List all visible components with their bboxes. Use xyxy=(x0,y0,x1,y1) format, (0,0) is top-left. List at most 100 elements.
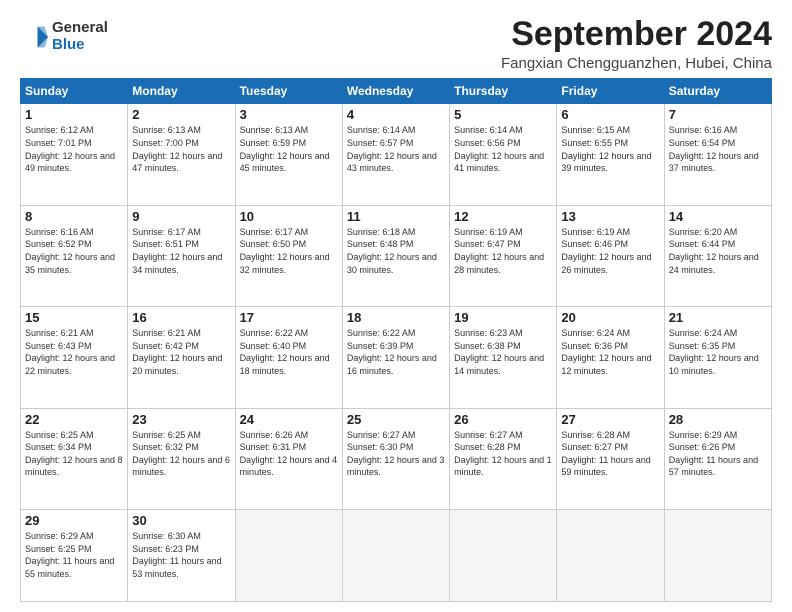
day-number: 7 xyxy=(669,107,767,122)
logo-icon xyxy=(20,23,48,51)
calendar-day-cell: 17 Sunrise: 6:22 AMSunset: 6:40 PMDayligh… xyxy=(235,307,342,408)
calendar-title: September 2024 xyxy=(501,16,772,53)
calendar-day-cell: 7 Sunrise: 6:16 AMSunset: 6:54 PMDaylight… xyxy=(664,104,771,205)
page: General Blue September 2024 Fangxian Che… xyxy=(0,0,792,612)
calendar-day-cell: 29 Sunrise: 6:29 AMSunset: 6:25 PMDayligh… xyxy=(21,510,128,602)
day-number: 9 xyxy=(132,209,230,224)
calendar-week-row: 1Sunrise: 6:12 AMSunset: 7:01 PMDaylight… xyxy=(21,104,772,205)
day-info: Sunrise: 6:29 AMSunset: 6:26 PMDaylight:… xyxy=(669,429,767,479)
calendar-day-cell: 13 Sunrise: 6:19 AMSunset: 6:46 PMDayligh… xyxy=(557,205,664,306)
calendar-day-cell: 6 Sunrise: 6:15 AMSunset: 6:55 PMDaylight… xyxy=(557,104,664,205)
day-number: 11 xyxy=(347,209,445,224)
calendar-day-cell: 11 Sunrise: 6:18 AMSunset: 6:48 PMDayligh… xyxy=(342,205,449,306)
day-number: 13 xyxy=(561,209,659,224)
day-info: Sunrise: 6:24 AMSunset: 6:35 PMDaylight:… xyxy=(669,327,767,377)
day-number: 5 xyxy=(454,107,552,122)
day-info: Sunrise: 6:22 AMSunset: 6:39 PMDaylight:… xyxy=(347,327,445,377)
day-number: 30 xyxy=(132,513,230,528)
calendar-day-cell xyxy=(342,510,449,602)
calendar-table: Sunday Monday Tuesday Wednesday Thursday… xyxy=(20,78,772,602)
day-number: 27 xyxy=(561,412,659,427)
day-info: Sunrise: 6:15 AMSunset: 6:55 PMDaylight:… xyxy=(561,124,659,174)
calendar-day-cell: 2 Sunrise: 6:13 AMSunset: 7:00 PMDaylight… xyxy=(128,104,235,205)
day-number: 16 xyxy=(132,310,230,325)
day-info: Sunrise: 6:13 AMSunset: 7:00 PMDaylight:… xyxy=(132,124,230,174)
logo-general-text: General xyxy=(52,20,108,37)
day-info: Sunrise: 6:28 AMSunset: 6:27 PMDaylight:… xyxy=(561,429,659,479)
calendar-day-cell: 1Sunrise: 6:12 AMSunset: 7:01 PMDaylight… xyxy=(21,104,128,205)
calendar-day-cell: 15 Sunrise: 6:21 AMSunset: 6:43 PMDayligh… xyxy=(21,307,128,408)
day-number: 22 xyxy=(25,412,123,427)
day-number: 29 xyxy=(25,513,123,528)
day-number: 10 xyxy=(240,209,338,224)
day-info: Sunrise: 6:22 AMSunset: 6:40 PMDaylight:… xyxy=(240,327,338,377)
col-wednesday: Wednesday xyxy=(342,79,449,104)
calendar-day-cell xyxy=(235,510,342,602)
header: General Blue September 2024 Fangxian Che… xyxy=(20,16,772,72)
day-info: Sunrise: 6:27 AMSunset: 6:30 PMDaylight:… xyxy=(347,429,445,479)
calendar-day-cell: 24Sunrise: 6:26 AMSunset: 6:31 PMDayligh… xyxy=(235,408,342,509)
day-info: Sunrise: 6:18 AMSunset: 6:48 PMDaylight:… xyxy=(347,226,445,276)
day-number: 12 xyxy=(454,209,552,224)
day-info: Sunrise: 6:19 AMSunset: 6:47 PMDaylight:… xyxy=(454,226,552,276)
day-number: 6 xyxy=(561,107,659,122)
col-friday: Friday xyxy=(557,79,664,104)
day-number: 24 xyxy=(240,412,338,427)
day-info: Sunrise: 6:23 AMSunset: 6:38 PMDaylight:… xyxy=(454,327,552,377)
calendar-day-cell: 28 Sunrise: 6:29 AMSunset: 6:26 PMDayligh… xyxy=(664,408,771,509)
calendar-week-row: 22Sunrise: 6:25 AMSunset: 6:34 PMDayligh… xyxy=(21,408,772,509)
col-sunday: Sunday xyxy=(21,79,128,104)
calendar-week-row: 15 Sunrise: 6:21 AMSunset: 6:43 PMDayligh… xyxy=(21,307,772,408)
day-info: Sunrise: 6:14 AMSunset: 6:57 PMDaylight:… xyxy=(347,124,445,174)
day-number: 14 xyxy=(669,209,767,224)
logo-text: General Blue xyxy=(52,20,108,53)
calendar-day-cell: 26Sunrise: 6:27 AMSunset: 6:28 PMDayligh… xyxy=(450,408,557,509)
day-number: 18 xyxy=(347,310,445,325)
day-info: Sunrise: 6:29 AMSunset: 6:25 PMDaylight:… xyxy=(25,530,123,580)
calendar-location: Fangxian Chengguanzhen, Hubei, China xyxy=(501,55,772,72)
calendar-day-cell: 20Sunrise: 6:24 AMSunset: 6:36 PMDayligh… xyxy=(557,307,664,408)
calendar-day-cell: 25Sunrise: 6:27 AMSunset: 6:30 PMDayligh… xyxy=(342,408,449,509)
day-info: Sunrise: 6:21 AMSunset: 6:42 PMDaylight:… xyxy=(132,327,230,377)
day-info: Sunrise: 6:16 AMSunset: 6:54 PMDaylight:… xyxy=(669,124,767,174)
calendar-day-cell: 19 Sunrise: 6:23 AMSunset: 6:38 PMDayligh… xyxy=(450,307,557,408)
calendar-day-cell xyxy=(557,510,664,602)
calendar-week-row: 8Sunrise: 6:16 AMSunset: 6:52 PMDaylight… xyxy=(21,205,772,306)
day-number: 19 xyxy=(454,310,552,325)
calendar-day-cell: 21 Sunrise: 6:24 AMSunset: 6:35 PMDayligh… xyxy=(664,307,771,408)
calendar-day-cell: 27 Sunrise: 6:28 AMSunset: 6:27 PMDayligh… xyxy=(557,408,664,509)
day-number: 21 xyxy=(669,310,767,325)
col-monday: Monday xyxy=(128,79,235,104)
calendar-day-cell xyxy=(664,510,771,602)
day-number: 4 xyxy=(347,107,445,122)
title-block: September 2024 Fangxian Chengguanzhen, H… xyxy=(501,16,772,72)
col-thursday: Thursday xyxy=(450,79,557,104)
logo-blue-text: Blue xyxy=(52,37,108,54)
day-info: Sunrise: 6:30 AMSunset: 6:23 PMDaylight:… xyxy=(132,530,230,580)
calendar-day-cell: 10 Sunrise: 6:17 AMSunset: 6:50 PMDayligh… xyxy=(235,205,342,306)
day-number: 15 xyxy=(25,310,123,325)
calendar-day-cell: 4 Sunrise: 6:14 AMSunset: 6:57 PMDaylight… xyxy=(342,104,449,205)
calendar-header-row: Sunday Monday Tuesday Wednesday Thursday… xyxy=(21,79,772,104)
day-number: 17 xyxy=(240,310,338,325)
col-saturday: Saturday xyxy=(664,79,771,104)
calendar-day-cell: 8Sunrise: 6:16 AMSunset: 6:52 PMDaylight… xyxy=(21,205,128,306)
day-info: Sunrise: 6:20 AMSunset: 6:44 PMDaylight:… xyxy=(669,226,767,276)
day-info: Sunrise: 6:17 AMSunset: 6:50 PMDaylight:… xyxy=(240,226,338,276)
day-number: 8 xyxy=(25,209,123,224)
day-info: Sunrise: 6:14 AMSunset: 6:56 PMDaylight:… xyxy=(454,124,552,174)
day-number: 28 xyxy=(669,412,767,427)
calendar-day-cell: 22Sunrise: 6:25 AMSunset: 6:34 PMDayligh… xyxy=(21,408,128,509)
day-info: Sunrise: 6:27 AMSunset: 6:28 PMDaylight:… xyxy=(454,429,552,479)
day-info: Sunrise: 6:19 AMSunset: 6:46 PMDaylight:… xyxy=(561,226,659,276)
day-info: Sunrise: 6:24 AMSunset: 6:36 PMDaylight:… xyxy=(561,327,659,377)
calendar-day-cell: 3Sunrise: 6:13 AMSunset: 6:59 PMDaylight… xyxy=(235,104,342,205)
calendar-day-cell: 30 Sunrise: 6:30 AMSunset: 6:23 PMDayligh… xyxy=(128,510,235,602)
day-info: Sunrise: 6:21 AMSunset: 6:43 PMDaylight:… xyxy=(25,327,123,377)
calendar-day-cell: 9Sunrise: 6:17 AMSunset: 6:51 PMDaylight… xyxy=(128,205,235,306)
calendar-day-cell: 14 Sunrise: 6:20 AMSunset: 6:44 PMDayligh… xyxy=(664,205,771,306)
calendar-day-cell: 16 Sunrise: 6:21 AMSunset: 6:42 PMDayligh… xyxy=(128,307,235,408)
col-tuesday: Tuesday xyxy=(235,79,342,104)
day-number: 2 xyxy=(132,107,230,122)
day-info: Sunrise: 6:12 AMSunset: 7:01 PMDaylight:… xyxy=(25,124,123,174)
